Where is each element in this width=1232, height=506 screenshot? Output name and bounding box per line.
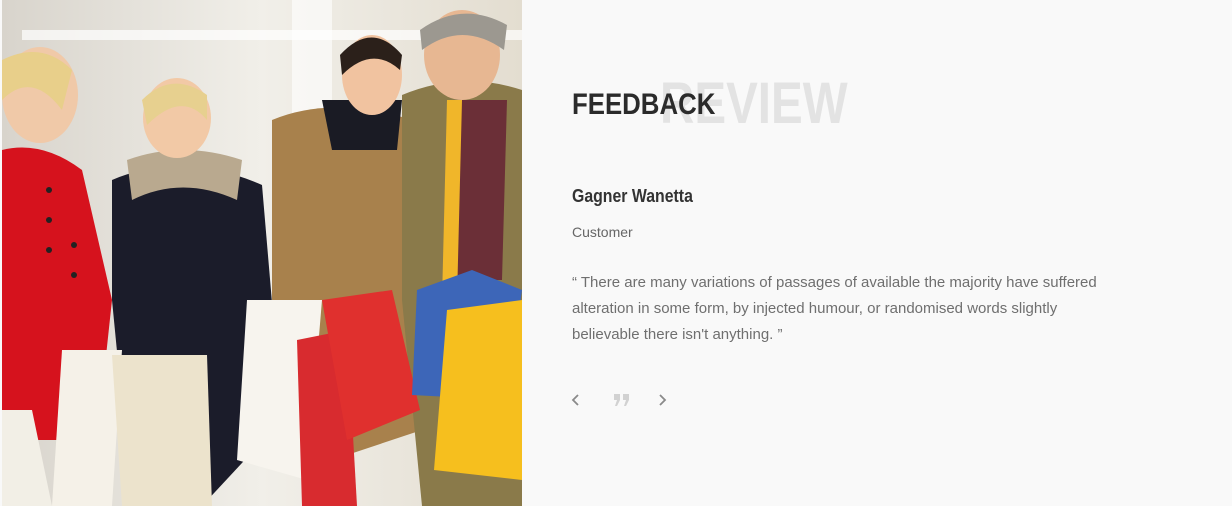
prev-button[interactable] bbox=[568, 388, 584, 412]
quote-icon bbox=[614, 394, 629, 406]
testimonial-quote: “ There are many variations of passages … bbox=[572, 274, 1097, 343]
reviewer-name: Gagner Wanetta bbox=[572, 186, 693, 206]
section-heading: REVIEW FEEDBACK bbox=[572, 72, 972, 142]
reviewer-role: Customer bbox=[572, 224, 633, 240]
next-button[interactable] bbox=[654, 388, 670, 412]
testimonial-content: REVIEW FEEDBACK Gagner Wanetta Customer … bbox=[571, 0, 1192, 506]
testimonial-section: REVIEW FEEDBACK Gagner Wanetta Customer … bbox=[0, 0, 1232, 506]
section-title: FEEDBACK bbox=[572, 88, 716, 121]
chevron-right-icon bbox=[659, 394, 667, 406]
shoppers-photo bbox=[2, 0, 522, 506]
slider-controls bbox=[571, 388, 682, 412]
chevron-left-icon bbox=[571, 394, 579, 406]
quote-icon-wrap bbox=[612, 388, 632, 412]
